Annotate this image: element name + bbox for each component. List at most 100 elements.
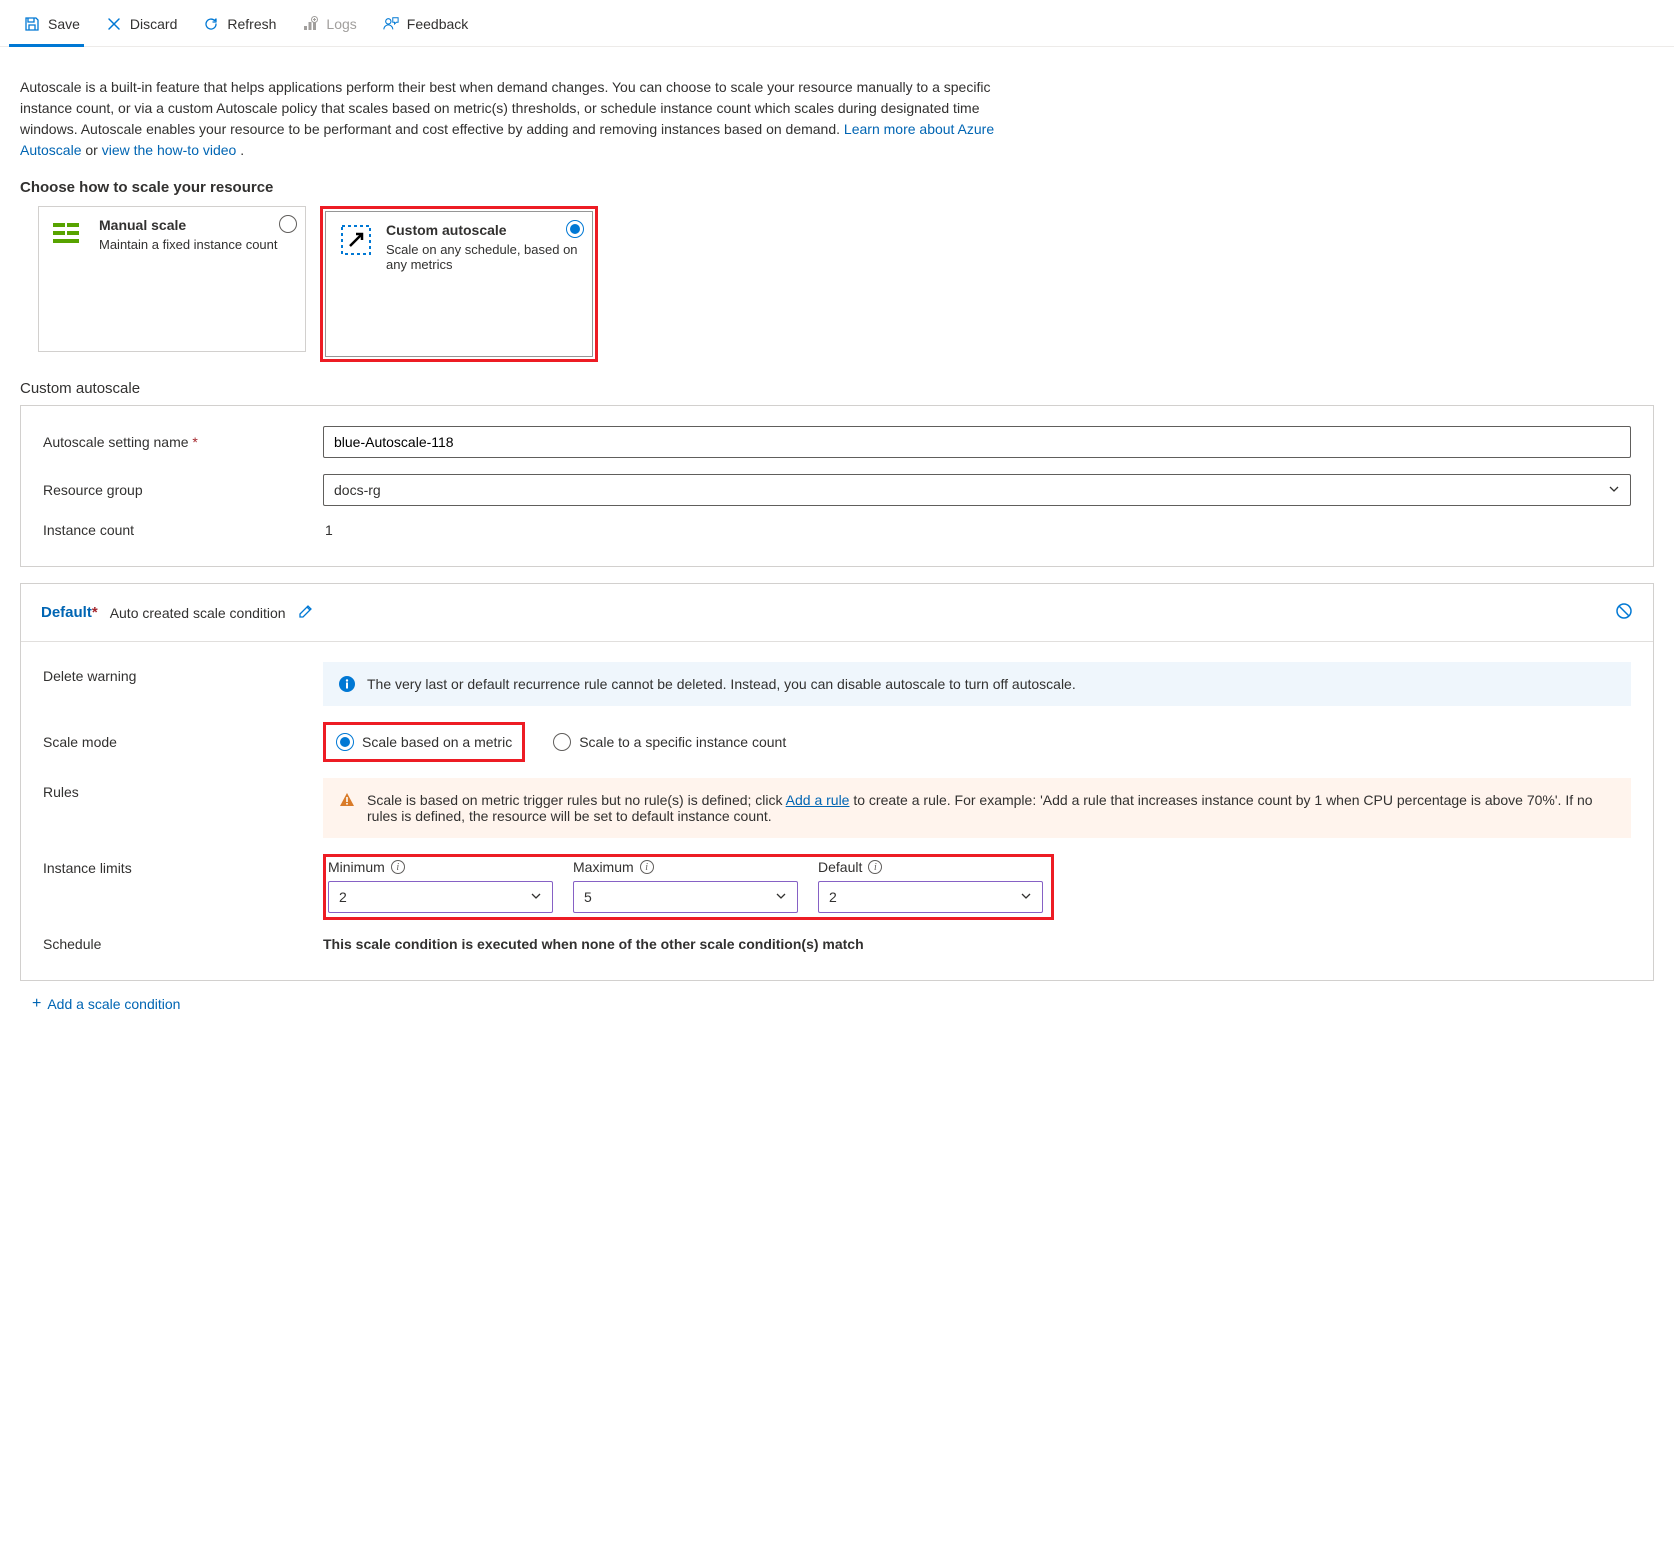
- logs-icon: [302, 16, 318, 32]
- resource-group-label: Resource group: [43, 482, 323, 498]
- instance-count-label: Instance count: [43, 522, 323, 538]
- rules-warning-text: Scale is based on metric trigger rules b…: [367, 792, 1615, 824]
- highlight-instance-limits: Minimum i 2 Maximum: [323, 854, 1054, 920]
- warning-icon: [339, 792, 355, 808]
- delete-warning-text: The very last or default recurrence rule…: [367, 676, 1076, 692]
- setting-name-row: Autoscale setting name *: [43, 426, 1631, 458]
- plus-icon: +: [32, 995, 41, 1013]
- setting-name-input[interactable]: [323, 426, 1631, 458]
- default-condition-box: Default* Auto created scale condition De…: [20, 583, 1654, 981]
- chevron-down-icon: [530, 889, 542, 905]
- schedule-row: Schedule This scale condition is execute…: [43, 936, 1631, 952]
- rules-label: Rules: [43, 778, 323, 800]
- info-icon: [339, 676, 355, 692]
- condition-header: Default* Auto created scale condition: [21, 584, 1653, 642]
- feedback-icon: [383, 16, 399, 32]
- save-button[interactable]: Save: [20, 14, 84, 34]
- schedule-label: Schedule: [43, 936, 323, 952]
- default-input[interactable]: 2: [818, 881, 1043, 913]
- refresh-icon: [203, 16, 219, 32]
- default-label: Default: [818, 859, 862, 875]
- scale-mode-label: Scale mode: [43, 734, 323, 750]
- maximum-value: 5: [584, 889, 592, 905]
- delete-warning-banner: The very last or default recurrence rule…: [323, 662, 1631, 706]
- manual-scale-icon: [51, 217, 87, 253]
- resource-group-value: docs-rg: [334, 482, 381, 498]
- custom-autoscale-icon: [338, 222, 374, 258]
- scale-mode-cards: Manual scale Maintain a fixed instance c…: [20, 206, 1654, 362]
- info-icon[interactable]: i: [391, 860, 405, 874]
- custom-card-sub: Scale on any schedule, based on any metr…: [386, 242, 580, 272]
- condition-subtitle: Auto created scale condition: [110, 605, 286, 621]
- resource-group-row: Resource group docs-rg: [43, 474, 1631, 506]
- highlight-metric-radio: Scale based on a metric: [323, 722, 525, 762]
- maximum-label: Maximum: [573, 859, 634, 875]
- choose-heading: Choose how to scale your resource: [20, 179, 1654, 196]
- intro-period: .: [240, 142, 244, 158]
- radio-dot: [340, 737, 350, 747]
- add-condition-label: Add a scale condition: [47, 996, 180, 1012]
- feedback-label: Feedback: [407, 16, 468, 32]
- chevron-down-icon: [775, 889, 787, 905]
- save-label: Save: [48, 16, 80, 32]
- scale-mode-row: Scale mode Scale based on a metric Scale…: [43, 722, 1631, 762]
- maximum-col: Maximum i 5: [573, 859, 798, 913]
- custom-autoscale-card[interactable]: Custom autoscale Scale on any schedule, …: [325, 211, 593, 357]
- highlight-custom-card: Custom autoscale Scale on any schedule, …: [320, 206, 598, 362]
- manual-card-title: Manual scale: [99, 217, 278, 233]
- minimum-label: Minimum: [328, 859, 385, 875]
- feedback-button[interactable]: Feedback: [379, 14, 472, 34]
- intro-text: Autoscale is a built-in feature that hel…: [20, 77, 1040, 161]
- scale-metric-label: Scale based on a metric: [362, 734, 512, 750]
- logs-label: Logs: [326, 16, 356, 32]
- refresh-label: Refresh: [227, 16, 276, 32]
- chevron-down-icon: [1020, 889, 1032, 905]
- custom-card-title: Custom autoscale: [386, 222, 580, 238]
- autoscale-config-box: Autoscale setting name * Resource group …: [20, 405, 1654, 567]
- active-tab-indicator: [9, 44, 84, 47]
- maximum-input[interactable]: 5: [573, 881, 798, 913]
- condition-title: Default*: [41, 604, 98, 621]
- limits-grid: Minimum i 2 Maximum: [328, 859, 1043, 913]
- info-icon[interactable]: i: [868, 860, 882, 874]
- custom-radio[interactable]: [566, 220, 584, 238]
- default-value: 2: [829, 889, 837, 905]
- howto-video-link[interactable]: view the how-to video: [102, 142, 237, 158]
- minimum-col: Minimum i 2: [328, 859, 553, 913]
- minimum-input[interactable]: 2: [328, 881, 553, 913]
- instance-count-row: Instance count 1: [43, 522, 1631, 538]
- resource-group-select[interactable]: docs-rg: [323, 474, 1631, 506]
- instance-limits-label: Instance limits: [43, 854, 323, 876]
- minimum-value: 2: [339, 889, 347, 905]
- instance-limits-row: Instance limits Minimum i 2: [43, 854, 1631, 920]
- rules-row: Rules Scale is based on metric trigger r…: [43, 778, 1631, 838]
- condition-body: Delete warning The very last or default …: [21, 642, 1653, 980]
- discard-button[interactable]: Discard: [102, 14, 181, 34]
- instance-count-value: 1: [323, 522, 333, 538]
- discard-label: Discard: [130, 16, 177, 32]
- add-scale-condition-link[interactable]: + Add a scale condition: [32, 995, 180, 1013]
- chevron-down-icon: [1608, 482, 1620, 498]
- manual-card-sub: Maintain a fixed instance count: [99, 237, 278, 252]
- radio-dot: [570, 224, 580, 234]
- toolbar: Save Discard Refresh Logs Feedback: [0, 0, 1674, 47]
- delete-disabled-icon: [1615, 602, 1633, 623]
- rules-warning-banner: Scale is based on metric trigger rules b…: [323, 778, 1631, 838]
- default-col: Default i 2: [818, 859, 1043, 913]
- info-icon[interactable]: i: [640, 860, 654, 874]
- scale-metric-radio[interactable]: Scale based on a metric: [328, 727, 520, 757]
- scale-count-label: Scale to a specific instance count: [579, 734, 786, 750]
- setting-name-label: Autoscale setting name *: [43, 434, 323, 450]
- manual-radio[interactable]: [279, 215, 297, 233]
- refresh-button[interactable]: Refresh: [199, 14, 280, 34]
- intro-or: or: [85, 142, 101, 158]
- custom-autoscale-heading: Custom autoscale: [20, 380, 1654, 397]
- edit-icon[interactable]: [298, 603, 314, 622]
- manual-scale-card[interactable]: Manual scale Maintain a fixed instance c…: [38, 206, 306, 352]
- add-rule-link[interactable]: Add a rule: [786, 792, 850, 808]
- save-icon: [24, 16, 40, 32]
- schedule-text: This scale condition is executed when no…: [323, 936, 1631, 952]
- scale-count-radio[interactable]: Scale to a specific instance count: [545, 727, 794, 757]
- delete-warning-row: Delete warning The very last or default …: [43, 662, 1631, 706]
- discard-icon: [106, 16, 122, 32]
